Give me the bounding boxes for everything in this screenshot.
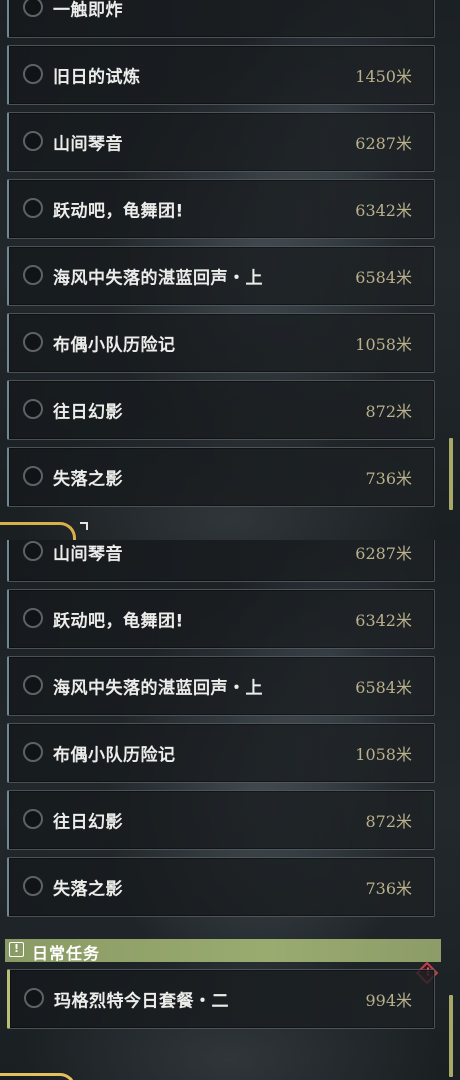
quest-row[interactable]: 一触即炸	[7, 0, 435, 38]
quest-checkbox[interactable]	[23, 608, 43, 628]
daily-quest-row[interactable]: 玛格烈特今日套餐・二 994米	[7, 969, 435, 1029]
quest-row[interactable]: 跃动吧，龟舞团! 6342米	[7, 589, 435, 649]
quest-checkbox[interactable]	[23, 809, 43, 829]
quest-distance: 6287米	[355, 134, 412, 153]
quest-row[interactable]: 山间琴音 6287米	[7, 540, 435, 582]
quest-checkbox[interactable]	[23, 0, 43, 17]
quest-row[interactable]: 布偶小队历险记 1058米	[7, 723, 435, 783]
quest-name: 玛格烈特今日套餐・二	[54, 991, 229, 1012]
quest-row[interactable]: 往日幻影 872米	[7, 380, 435, 440]
quest-name: 往日幻影	[53, 812, 123, 833]
quest-checkbox[interactable]	[23, 541, 43, 561]
quest-distance: 994米	[365, 991, 412, 1010]
quest-name: 旧日的试炼	[53, 67, 141, 88]
quest-list-panel-bottom: 山间琴音 6287米 跃动吧，龟舞团! 6342米 海风中失落的湛蓝回声・上 6…	[0, 540, 460, 1080]
quest-row[interactable]: 失落之影 736米	[7, 447, 435, 507]
quest-row[interactable]: 布偶小队历险记 1058米	[7, 313, 435, 373]
quest-checkbox[interactable]	[23, 332, 43, 352]
quest-checkbox[interactable]	[23, 675, 43, 695]
quest-row[interactable]: 山间琴音 6287米	[7, 112, 435, 172]
quest-distance: 872米	[365, 402, 412, 421]
exclamation-icon: !	[9, 942, 24, 957]
quest-checkbox[interactable]	[23, 198, 43, 218]
quest-checkbox[interactable]	[24, 988, 44, 1008]
quest-distance: 736米	[365, 469, 412, 488]
quest-name: 海风中失落的湛蓝回声・上	[53, 268, 263, 289]
nav-tab-edge[interactable]	[0, 522, 76, 540]
section-title: 日常任务	[32, 944, 101, 963]
quest-row[interactable]: 海风中失落的湛蓝回声・上 6584米	[7, 246, 435, 306]
quest-name: 跃动吧，龟舞团!	[53, 611, 184, 632]
quest-distance: 6342米	[355, 611, 412, 630]
quest-row[interactable]: 海风中失落的湛蓝回声・上 6584米	[7, 656, 435, 716]
quest-row[interactable]: 往日幻影 872米	[7, 790, 435, 850]
quest-checkbox[interactable]	[23, 131, 43, 151]
quest-name: 失落之影	[53, 879, 123, 900]
quest-checkbox[interactable]	[23, 265, 43, 285]
corner-bracket-icon	[80, 522, 88, 530]
quest-distance: 736米	[365, 879, 412, 898]
quest-name: 跃动吧，龟舞团!	[53, 201, 184, 222]
quest-name: 山间琴音	[53, 544, 123, 565]
daily-quests-header[interactable]: ! 日常任务	[5, 939, 441, 963]
quest-distance: 6584米	[355, 268, 412, 287]
quest-distance: 1450米	[355, 67, 412, 86]
quest-checkbox[interactable]	[23, 466, 43, 486]
quest-checkbox[interactable]	[23, 742, 43, 762]
quest-name: 海风中失落的湛蓝回声・上	[53, 678, 263, 699]
quest-name: 失落之影	[53, 469, 123, 490]
quest-distance: 1058米	[355, 745, 412, 764]
quest-distance: 6342米	[355, 201, 412, 220]
quest-checkbox[interactable]	[23, 64, 43, 84]
quest-name: 一触即炸	[53, 0, 123, 21]
quest-name: 布偶小队历险记	[53, 745, 176, 766]
quest-distance: 6287米	[355, 544, 412, 563]
scrollbar-thumb[interactable]	[449, 438, 453, 510]
quest-checkbox[interactable]	[23, 399, 43, 419]
quest-row[interactable]: 旧日的试炼 1450米	[7, 45, 435, 105]
quest-distance: 6584米	[355, 678, 412, 697]
quest-distance: 1058米	[355, 335, 412, 354]
scrollbar-thumb[interactable]	[449, 995, 453, 1077]
quest-row[interactable]: 跃动吧，龟舞团! 6342米	[7, 179, 435, 239]
quest-checkbox[interactable]	[23, 876, 43, 896]
quest-distance: 872米	[365, 812, 412, 831]
quest-name: 山间琴音	[53, 134, 123, 155]
quest-name: 布偶小队历险记	[53, 335, 176, 356]
quest-row[interactable]: 失落之影 736米	[7, 857, 435, 917]
quest-name: 往日幻影	[53, 402, 123, 423]
quest-list-panel-top: 一触即炸 旧日的试炼 1450米 山间琴音 6287米 跃动吧，龟舞团! 634…	[0, 0, 460, 540]
nav-tab-edge[interactable]	[0, 1073, 76, 1080]
